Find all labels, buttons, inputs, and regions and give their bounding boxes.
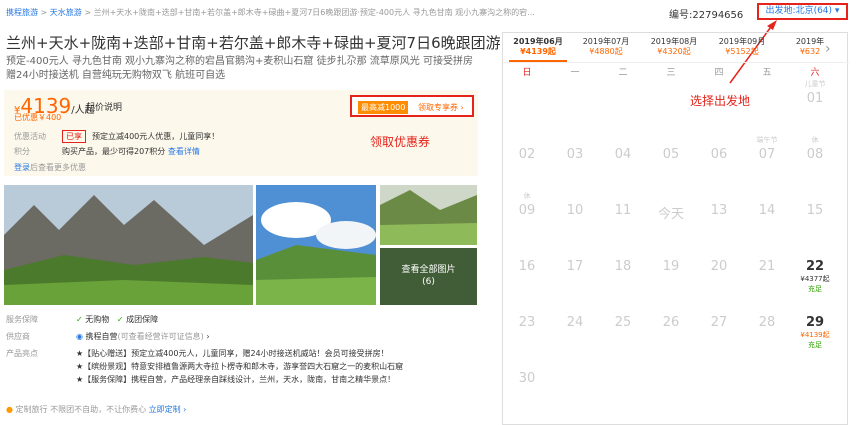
avatar-icon: ● bbox=[6, 405, 13, 414]
breadcrumb: 携程旅游 > 天水旅游 > 兰州+天水+陇南+迭部+甘南+若尔盖+郎木寺+碌曲+… bbox=[6, 8, 535, 17]
view-all-photos-button[interactable]: 查看全部图片 (6) bbox=[380, 248, 477, 305]
calendar-day: 28 bbox=[758, 315, 776, 330]
points-detail-link[interactable]: 查看详情 bbox=[168, 147, 200, 156]
calendar-day: 02 bbox=[518, 147, 536, 162]
month-tabs: 2019年06月 ¥4139起 2019年07月 ¥4880起 2019年08月 ¥432… bbox=[503, 33, 849, 63]
coupon-badge: 最高减1000 bbox=[358, 101, 409, 114]
highlights-row: 产品亮点 ★【贴心赠送】预定立减400元人，儿童同享，赠24小时接送机威站！会员可… bbox=[6, 349, 389, 358]
photo-2[interactable] bbox=[256, 185, 376, 305]
page-subtitle: 预定-400元人 寻九色甘南 观小九寨沟之称的宕昌官鹅沟+麦积山石窟 徒步扎尕那… bbox=[6, 56, 473, 81]
month-tab[interactable]: 2019年08月 ¥4320起 bbox=[639, 37, 709, 57]
promo-tag: 已享 bbox=[62, 130, 86, 143]
custom-tour-link[interactable]: 立即定制 › bbox=[149, 405, 187, 414]
weekday-label: 二 bbox=[618, 68, 628, 78]
shield-icon: ◉ bbox=[76, 332, 83, 341]
chevron-right-icon[interactable]: › bbox=[825, 41, 831, 57]
discount-note: 已优惠￥400 bbox=[14, 113, 62, 122]
calendar-day[interactable]: 22 ¥4377起 充足 bbox=[791, 245, 839, 297]
calendar-day: 17 bbox=[566, 259, 584, 274]
calendar-day: 26 bbox=[662, 315, 680, 330]
breadcrumb-city[interactable]: 天水旅游 bbox=[50, 8, 82, 17]
calendar-day: 24 bbox=[566, 315, 584, 330]
check-icon: ✓ bbox=[116, 315, 124, 324]
calendar-day: 30 bbox=[518, 371, 536, 386]
calendar-day: 05 bbox=[662, 147, 680, 162]
calendar-day: 16 bbox=[518, 259, 536, 274]
calendar-day: 休 08 bbox=[806, 136, 824, 162]
calendar-day: 13 bbox=[710, 203, 728, 218]
departure-calendar: 2019年06月 ¥4139起 2019年07月 ¥4880起 2019年08月 ¥432… bbox=[502, 32, 849, 425]
calendar-day: 06 bbox=[710, 147, 728, 162]
price-note-link[interactable]: 起价说明 bbox=[86, 100, 122, 113]
calendar-day: 18 bbox=[614, 259, 632, 274]
page-title: 兰州+天水+陇南+迭部+甘南+若尔盖+郎木寺+碌曲+夏河7日6晚跟团游 bbox=[6, 34, 501, 52]
calendar-day[interactable]: 29 ¥4139起 充足 bbox=[791, 301, 839, 353]
login-row: 登录后查看更多优惠 bbox=[14, 163, 86, 172]
weekday-label: 四 bbox=[714, 68, 724, 78]
weekday-label: 日 bbox=[522, 68, 532, 78]
supplier-row: 供应商 ◉ 携程自营(可查看经营许可证信息) › bbox=[6, 332, 210, 341]
coupon-box[interactable]: 最高减1000 领取专享券 › bbox=[350, 95, 474, 117]
photo-3[interactable] bbox=[380, 185, 477, 245]
breadcrumb-trail: > 兰州+天水+陇南+迭部+甘南+若尔盖+郎木寺+碌曲+夏河7日6晚跟团游·预定… bbox=[84, 8, 535, 17]
calendar-day: 25 bbox=[614, 315, 632, 330]
main-photo[interactable] bbox=[4, 185, 253, 305]
calendar-day: 27 bbox=[710, 315, 728, 330]
annotation-coupon: 领取优惠券 bbox=[370, 135, 431, 149]
calendar-day: 10 bbox=[566, 203, 584, 218]
breadcrumb-home[interactable]: 携程旅游 bbox=[6, 8, 38, 17]
month-tab[interactable]: 2019年 ¥632 bbox=[775, 37, 845, 57]
calendar-day: 儿童节 01 bbox=[804, 80, 826, 106]
calendar-day: 端午节 07 bbox=[756, 136, 778, 162]
month-tab[interactable]: 2019年07月 ¥4880起 bbox=[571, 37, 641, 57]
month-tab[interactable]: 2019年06月 ¥4139起 bbox=[503, 37, 573, 62]
calendar-day: 03 bbox=[566, 147, 584, 162]
calendar-day: 11 bbox=[614, 203, 632, 218]
highlight-item: ★【缤纷景观】特意安排植鲁源两大寺拉卜楞寺和郎木寺，游享誉四大石窟之一的麦积山石… bbox=[76, 362, 404, 371]
calendar-day: 15 bbox=[806, 203, 824, 218]
login-link[interactable]: 登录 bbox=[14, 163, 30, 172]
departure-label: 出发地:北京(64) bbox=[765, 6, 833, 16]
coupon-link[interactable]: 领取专享券 › bbox=[418, 102, 464, 113]
points-row: 积分 购买产品，最少可得207积分 查看详情 bbox=[14, 147, 200, 156]
calendar-day: 04 bbox=[614, 147, 632, 162]
chevron-down-icon: ▾ bbox=[834, 6, 840, 16]
check-icon: ✓ bbox=[76, 315, 83, 324]
calendar-day: 14 bbox=[758, 203, 776, 218]
custom-tour-bar: ● 定制旅行 不限团不自助，不让你费心 立即定制 › bbox=[6, 405, 187, 414]
calendar-day: 19 bbox=[662, 259, 680, 274]
weekday-label: 三 bbox=[666, 68, 676, 78]
calendar-day: 21 bbox=[758, 259, 776, 274]
promo-row: 优惠活动 已享 预定立减400元人优惠，儿童同享！ bbox=[14, 130, 220, 143]
calendar-day: 休 09 bbox=[518, 192, 536, 218]
month-tab[interactable]: 2019年09月 ¥5152起 bbox=[707, 37, 777, 57]
calendar-day: 今天 bbox=[657, 207, 684, 222]
calendar-day: 20 bbox=[710, 259, 728, 274]
service-row: 服务保障 ✓ 无购物 ✓ 成团保障 bbox=[6, 315, 159, 324]
weekday-label: 五 bbox=[762, 68, 772, 78]
license-link[interactable]: (可查看经营许可证信息) bbox=[118, 332, 204, 341]
calendar-day: 23 bbox=[518, 315, 536, 330]
highlight-item: ★【服务保障】携程自营，产品经理亲自踩线设计，兰州，天水，陇南，甘南之精华景点！ bbox=[76, 375, 396, 384]
weekday-label: 一 bbox=[570, 68, 580, 78]
